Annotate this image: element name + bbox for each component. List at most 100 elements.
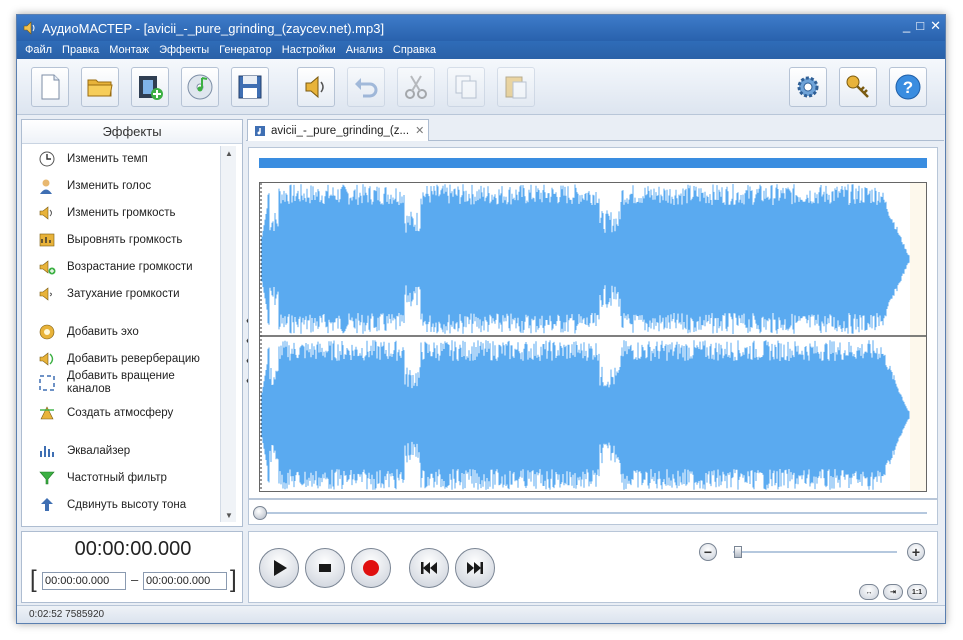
zoom-selection-button[interactable]: ⇥: [883, 584, 903, 600]
effect-item[interactable]: Изменить темп: [38, 150, 148, 168]
effect-item[interactable]: Сдвинуть высоту тона: [38, 496, 186, 514]
zoom-slider-knob[interactable]: [734, 546, 743, 558]
equalizer-icon: [40, 446, 54, 457]
folder-icon: [87, 79, 113, 97]
position-slider-knob[interactable]: [253, 506, 267, 520]
play-button[interactable]: [259, 548, 299, 588]
zoom-fit-button[interactable]: ↔: [859, 584, 879, 600]
menu-analysis[interactable]: Анализ: [346, 44, 383, 56]
file-tab-strip: avicii_-_pure_grinding_(z... ✕: [246, 119, 944, 141]
effect-label: Частотный фильтр: [67, 471, 167, 484]
selection-bracket-right: ]: [230, 566, 237, 593]
paste-button[interactable]: [497, 67, 535, 107]
menu-settings[interactable]: Настройки: [282, 44, 336, 56]
effect-item[interactable]: Возрастание громкости: [38, 258, 193, 276]
waveform-channel-left: [261, 184, 910, 334]
cut-button[interactable]: [397, 67, 435, 107]
menu-generator[interactable]: Генератор: [219, 44, 272, 56]
playback-position-bar: [248, 499, 938, 525]
open-file-button[interactable]: [81, 67, 119, 107]
waveform-area[interactable]: [259, 182, 927, 492]
echo-icon: [39, 324, 55, 340]
effects-scrollbar[interactable]: ▲ ▼: [220, 146, 236, 522]
effect-label: Добавить реверберацию: [67, 352, 200, 365]
waveform-overview-bar[interactable]: [259, 158, 927, 168]
zoom-in-button[interactable]: +: [907, 543, 925, 561]
transport-panel: − + ↔ ⇥ 1:1: [248, 531, 938, 603]
time-panel: 00:00:00.000 [ – ]: [21, 531, 243, 603]
close-window-button[interactable]: ✕: [930, 18, 941, 34]
file-tab-label: avicii_-_pure_grinding_(z...: [271, 124, 410, 137]
import-video-button[interactable]: [131, 67, 169, 107]
toolbar: ?: [17, 59, 945, 115]
menu-file[interactable]: Файл: [25, 44, 52, 56]
effect-label: Выровнять громкость: [67, 233, 183, 246]
effect-item[interactable]: Изменить голос: [38, 177, 151, 195]
position-track[interactable]: [259, 512, 927, 514]
waveform-editor: [248, 147, 938, 499]
undo-button[interactable]: [347, 67, 385, 107]
save-button[interactable]: [231, 67, 269, 107]
close-tab-icon[interactable]: ✕: [415, 124, 424, 137]
time-range-separator: –: [131, 572, 139, 587]
paste-icon: [505, 76, 527, 99]
effect-label: Изменить темп: [67, 152, 148, 165]
file-tab[interactable]: avicii_-_pure_grinding_(z... ✕: [247, 119, 429, 141]
effect-label: Возрастание громкости: [67, 260, 193, 273]
registration-button[interactable]: [839, 67, 877, 107]
speaker-app-icon: [23, 21, 35, 35]
zoom-out-button[interactable]: −: [699, 543, 717, 561]
skip-back-icon: [421, 562, 437, 574]
maximize-button[interactable]: □: [916, 18, 924, 34]
scissors-icon: [405, 75, 427, 99]
effect-label: Изменить громкость: [67, 206, 176, 219]
stop-button[interactable]: [305, 548, 345, 588]
effect-item[interactable]: Добавить эхо: [38, 323, 139, 341]
record-button[interactable]: [351, 548, 391, 588]
effect-item[interactable]: Добавить реверберацию: [38, 350, 200, 368]
volume-effect-button[interactable]: [297, 67, 335, 107]
effect-label: Создать атмосферу: [67, 406, 174, 419]
skip-to-start-button[interactable]: [409, 548, 449, 588]
waveform-channel-right: [261, 340, 910, 490]
minimize-button[interactable]: _: [903, 18, 910, 34]
settings-button[interactable]: [789, 67, 827, 107]
rip-cd-button[interactable]: [181, 67, 219, 107]
effect-item[interactable]: Добавить вращение каналов: [38, 370, 185, 396]
floppy-disk-icon: [238, 75, 262, 99]
waveform-svg[interactable]: [260, 183, 926, 491]
help-button[interactable]: ?: [889, 67, 927, 107]
skip-forward-icon: [467, 562, 483, 574]
status-text: 0:02:52 7585920: [29, 609, 105, 620]
menu-montage[interactable]: Монтаж: [109, 44, 149, 56]
effect-item[interactable]: Создать атмосферу: [38, 404, 173, 422]
undo-icon: [355, 78, 378, 98]
skip-to-end-button[interactable]: [455, 548, 495, 588]
gear-icon: [797, 76, 819, 98]
copy-button[interactable]: [447, 67, 485, 107]
copy-icon: [455, 75, 477, 99]
speaker-icon: [305, 75, 324, 99]
effects-panel: Эффекты Изменить темп Изменить голос Измен…: [21, 119, 243, 527]
effect-item[interactable]: Изменить громкость: [38, 204, 176, 222]
volume-icon: [39, 206, 52, 220]
zoom-track[interactable]: [733, 551, 897, 553]
menu-edit[interactable]: Правка: [62, 44, 99, 56]
effect-item[interactable]: Эквалайзер: [38, 442, 130, 460]
zoom-one-to-one-button[interactable]: 1:1: [907, 584, 927, 600]
effect-item[interactable]: Затухание громкости: [38, 285, 180, 303]
menu-help[interactable]: Справка: [393, 44, 436, 56]
scroll-up-icon[interactable]: ▲: [221, 146, 237, 160]
reverb-icon: [39, 352, 54, 366]
new-file-icon: [41, 74, 60, 100]
selection-start-input[interactable]: [42, 572, 126, 590]
effect-item[interactable]: Частотный фильтр: [38, 469, 167, 487]
new-file-button[interactable]: [31, 67, 69, 107]
effect-item[interactable]: Выровнять громкость: [38, 231, 182, 249]
fade-in-icon: [39, 260, 56, 275]
menu-effects[interactable]: Эффекты: [159, 44, 209, 56]
selection-end-input[interactable]: [143, 572, 227, 590]
effect-label: Эквалайзер: [67, 444, 131, 457]
cd-music-icon: [187, 74, 213, 100]
scroll-down-icon[interactable]: ▼: [221, 508, 237, 522]
